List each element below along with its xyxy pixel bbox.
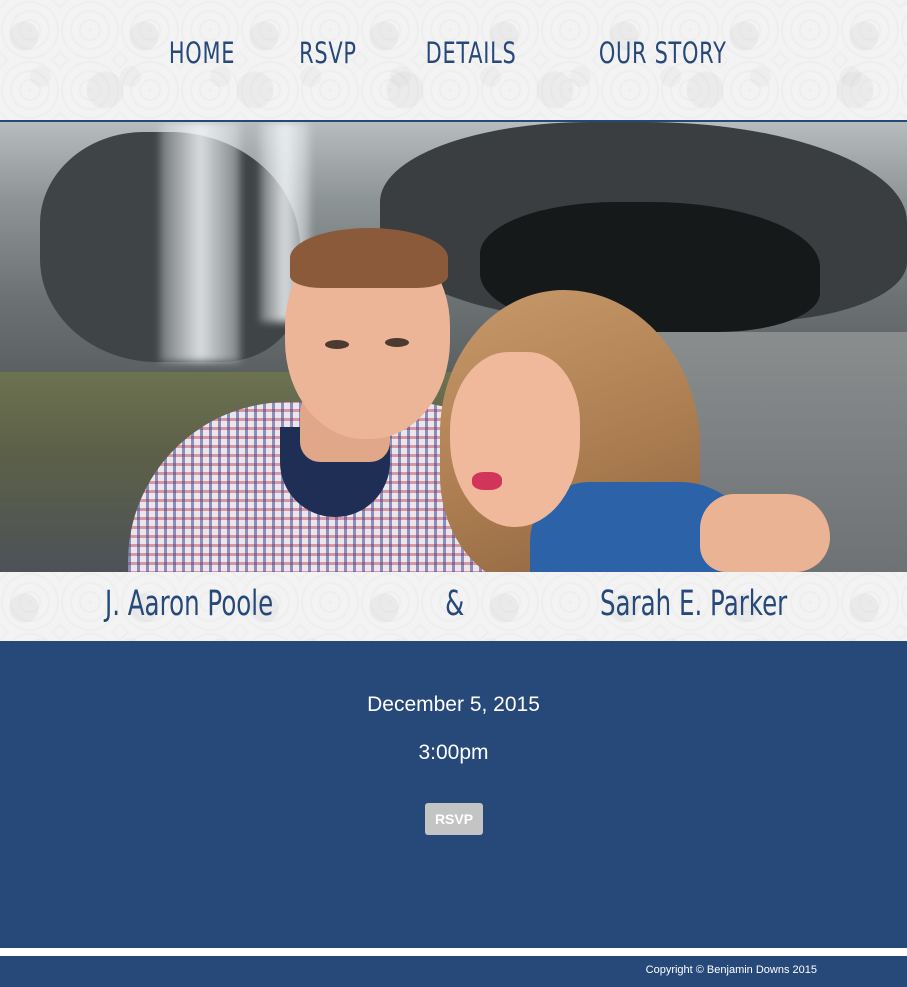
top-navigation: HOME RSVP DETAILS OUR STORY (0, 0, 907, 122)
event-info-section: December 5, 2015 3:00pm RSVP (0, 641, 907, 948)
footer-divider (0, 948, 907, 956)
event-date: December 5, 2015 (367, 693, 540, 716)
nav-item-rsvp[interactable]: RSVP (299, 36, 357, 70)
copyright-text: Copyright © Benjamin Downs 2015 (645, 964, 817, 976)
woman-face (450, 352, 580, 527)
rsvp-button[interactable]: RSVP (425, 803, 483, 835)
ampersand: & (445, 584, 465, 624)
bride-name: Sarah E. Parker (600, 584, 788, 624)
footer: Copyright © Benjamin Downs 2015 (0, 956, 907, 987)
event-time: 3:00pm (418, 741, 489, 764)
man-arm (700, 494, 830, 572)
man-eye-left (325, 340, 349, 349)
nav-item-home[interactable]: HOME (169, 36, 235, 70)
groom-name: J. Aaron Poole (105, 584, 274, 624)
nav-menu: HOME RSVP DETAILS OUR STORY (0, 36, 907, 70)
man-eye-right (385, 338, 409, 347)
nav-item-details[interactable]: DETAILS (425, 36, 516, 70)
couple-names-banner: J. Aaron Poole & Sarah E. Parker (0, 572, 907, 641)
woman-smile (472, 472, 502, 490)
man-hair (290, 228, 448, 288)
hero-photo (0, 122, 907, 572)
nav-item-our-story[interactable]: OUR STORY (599, 36, 727, 70)
waterfall (160, 122, 240, 362)
